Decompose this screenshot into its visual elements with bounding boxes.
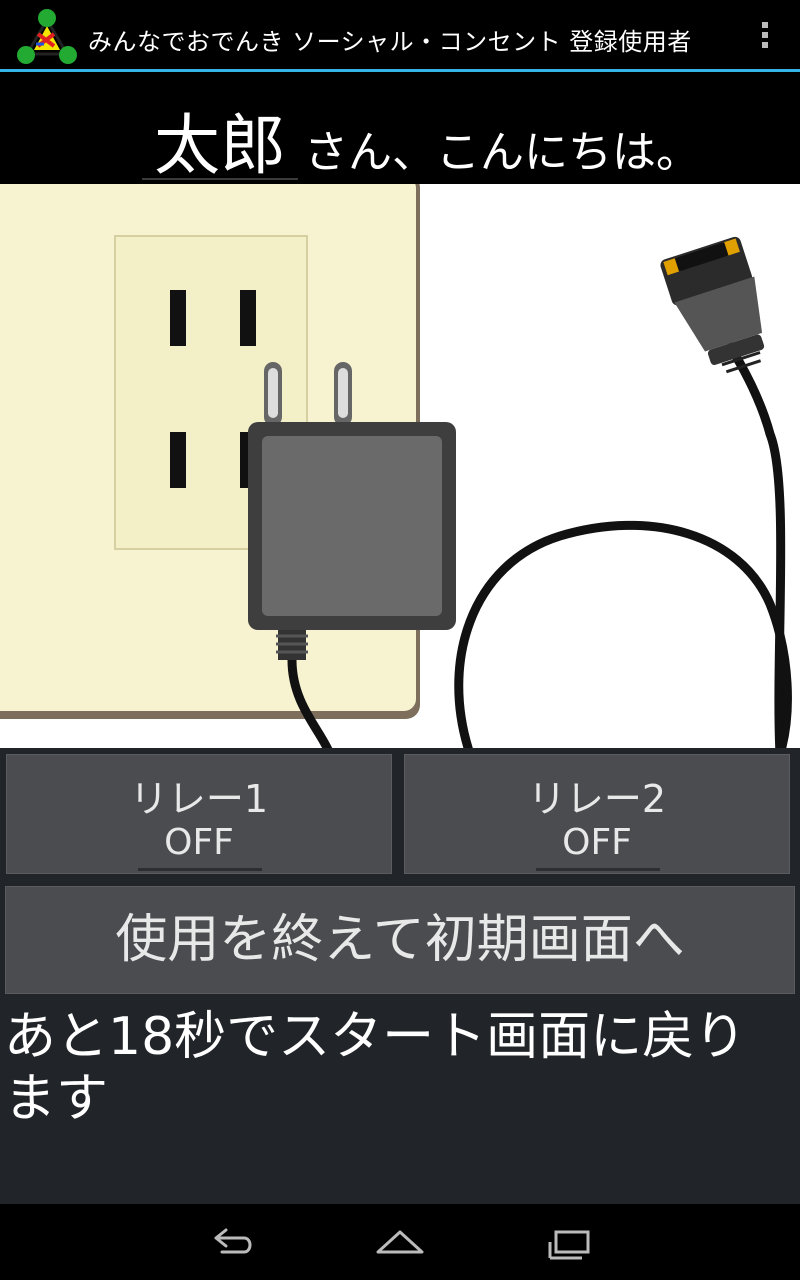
- user-name-field: 太郎: [142, 90, 298, 184]
- control-panel: リレー1 OFF リレー2 OFF 使用を終えて初期画面へ あと18秒でスタート…: [0, 748, 800, 1204]
- relay-1-label: リレー1: [129, 777, 269, 821]
- relay-1-button[interactable]: リレー1 OFF: [6, 754, 392, 874]
- relay-2-label: リレー2: [527, 777, 667, 821]
- overflow-menu-icon[interactable]: [758, 22, 772, 54]
- relay-1-state: OFF: [164, 822, 234, 863]
- countdown-text: あと18秒でスタート画面に戻ります: [4, 1007, 747, 1129]
- back-icon[interactable]: [200, 1218, 260, 1266]
- home-icon[interactable]: [370, 1218, 430, 1266]
- relay-2-indicator: [536, 868, 660, 871]
- relay-2-state: OFF: [562, 822, 632, 863]
- end-session-button[interactable]: 使用を終えて初期画面へ: [5, 886, 795, 994]
- recents-icon[interactable]: [540, 1218, 600, 1266]
- outlet-with-charger-plug-illustration: [0, 184, 792, 748]
- action-bar: みんなでおでんき ソーシャル・コンセント 登録使用者: [0, 0, 800, 72]
- action-bar-divider: [0, 69, 800, 72]
- relay-1-indicator: [138, 868, 262, 871]
- outlet-illustration: [0, 184, 800, 748]
- molecule-logo-icon: [17, 9, 77, 64]
- greeting-text: さん、こんにちは。: [304, 127, 700, 178]
- greeting-row: 太郎 さん、こんにちは。: [0, 74, 800, 184]
- user-name: 太郎: [154, 107, 286, 184]
- app-title: みんなでおでんき ソーシャル・コンセント 登録使用者: [88, 28, 692, 56]
- relay-2-button[interactable]: リレー2 OFF: [404, 754, 790, 874]
- system-nav-bar: [0, 1204, 800, 1280]
